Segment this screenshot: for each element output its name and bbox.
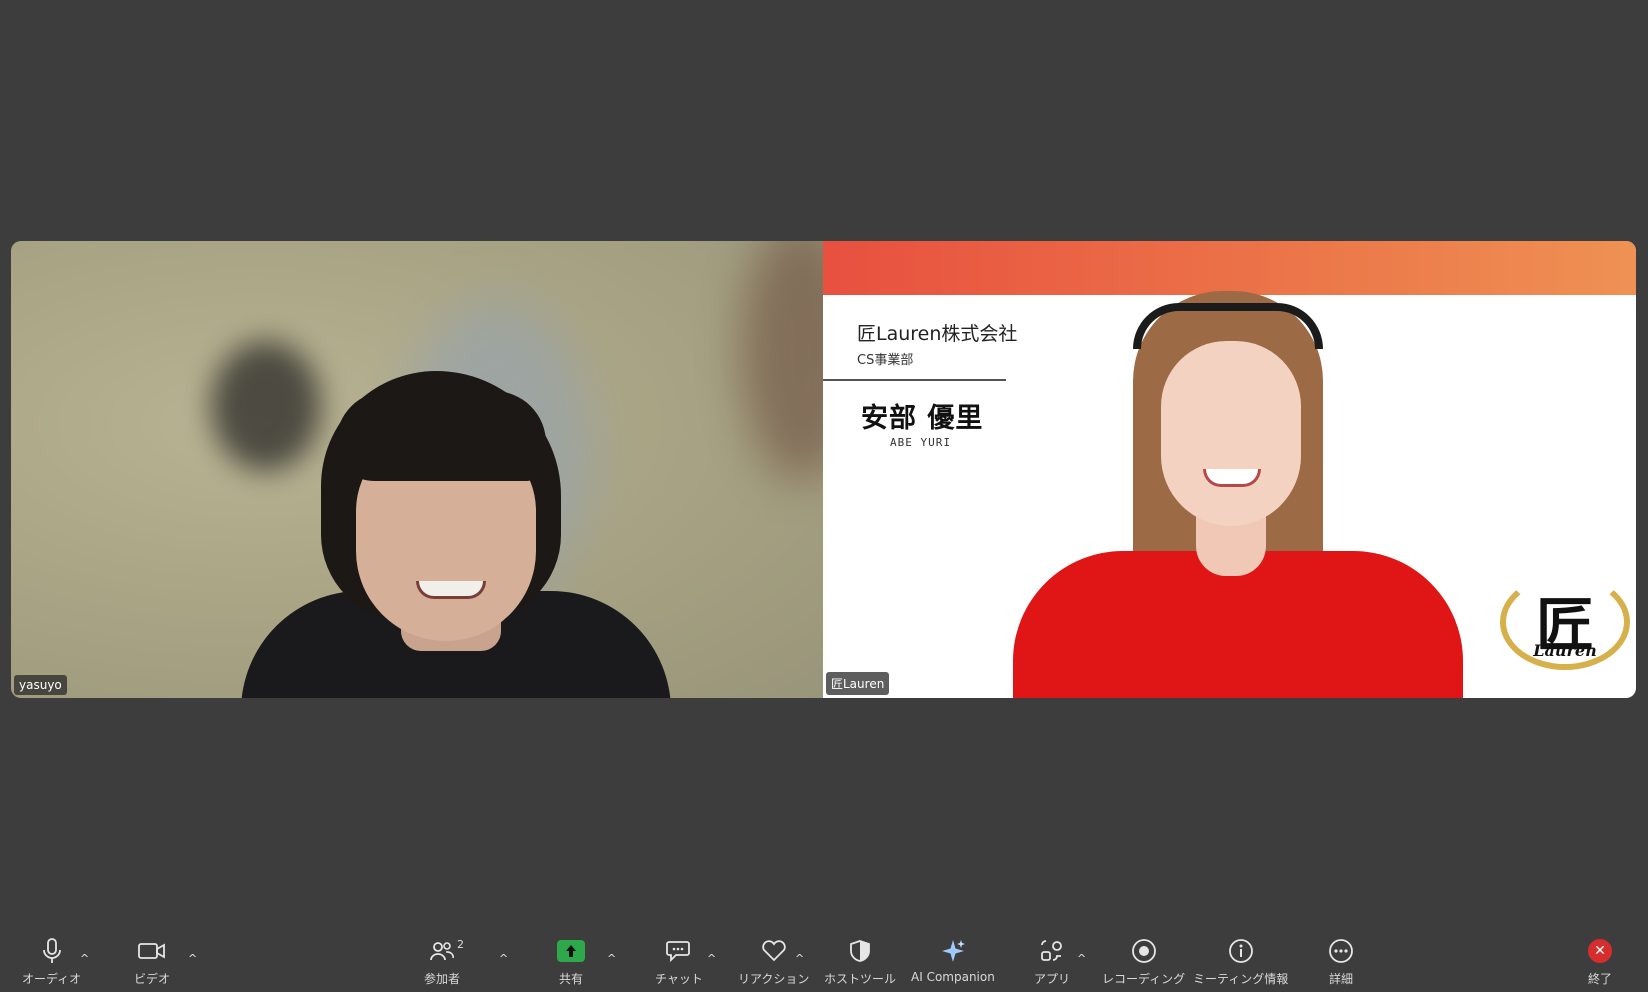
meeting-toolbar: オーディオ ^ ビデオ ^ 2 参加者 ^ 共有 ^ チャット ^ リアクション… [0, 928, 1648, 992]
reactions-options-caret[interactable]: ^ [795, 952, 804, 965]
share-options-caret[interactable]: ^ [607, 952, 616, 965]
record-icon [1129, 936, 1159, 966]
participants-options-caret[interactable]: ^ [499, 952, 508, 965]
chat-options-caret[interactable]: ^ [707, 952, 716, 965]
share-arrow-icon [557, 940, 585, 962]
apps-options-caret[interactable]: ^ [1077, 952, 1086, 965]
chat-button[interactable]: チャット [655, 936, 703, 988]
participants-button[interactable]: 2 参加者 [424, 936, 464, 988]
video-tile-yasuyo[interactable]: yasuyo [11, 241, 823, 698]
apps-button[interactable]: アプリ [1034, 936, 1070, 988]
recording-button[interactable]: レコーディング [1102, 936, 1185, 988]
share-button[interactable]: 共有 [556, 936, 586, 988]
more-button[interactable]: 詳細 [1326, 936, 1356, 988]
audio-options-caret[interactable]: ^ [80, 952, 89, 965]
background-banner [823, 241, 1636, 295]
people-icon: 2 [427, 936, 464, 966]
sparkle-icon [938, 936, 968, 966]
chat-bubble-icon [664, 936, 694, 966]
more-dots-icon [1326, 936, 1356, 966]
background-blur [741, 241, 823, 481]
heart-icon [759, 936, 789, 966]
person-name-jp: 安部 優里 [861, 403, 984, 434]
participant-name-tag: 匠Lauren [826, 672, 890, 695]
meeting-stage: yasuyo 匠Lauren株式会社 CS事業部 安部 優里 ABE YURI … [0, 0, 1648, 992]
video-tile-lauren[interactable]: 匠Lauren株式会社 CS事業部 安部 優里 ABE YURI 匠 Laure… [823, 241, 1636, 698]
participant-video [241, 371, 671, 698]
shield-icon [845, 936, 875, 966]
end-meeting-button[interactable]: ✕ 終了 [1585, 936, 1615, 988]
info-icon [1226, 936, 1256, 966]
microphone-icon [37, 936, 67, 966]
close-icon: ✕ [1588, 939, 1612, 963]
ai-companion-button[interactable]: AI Companion [911, 936, 995, 988]
audio-button[interactable]: オーディオ [22, 936, 81, 988]
video-options-caret[interactable]: ^ [188, 952, 197, 965]
person-name-en: ABE YURI [890, 436, 951, 449]
meeting-info-button[interactable]: ミーティング情報 [1193, 936, 1288, 988]
divider [823, 379, 1006, 381]
video-button[interactable]: ビデオ [134, 936, 170, 988]
host-tools-button[interactable]: ホストツール [824, 936, 896, 988]
participant-count: 2 [457, 938, 464, 951]
camera-icon [137, 936, 167, 966]
department-name: CS事業部 [857, 353, 914, 368]
participant-video [1013, 291, 1473, 698]
apps-icon [1037, 936, 1067, 966]
participant-name-tag: yasuyo [14, 675, 67, 695]
company-logo: 匠 Lauren [1500, 574, 1630, 670]
company-name: 匠Lauren株式会社 [857, 323, 1018, 345]
